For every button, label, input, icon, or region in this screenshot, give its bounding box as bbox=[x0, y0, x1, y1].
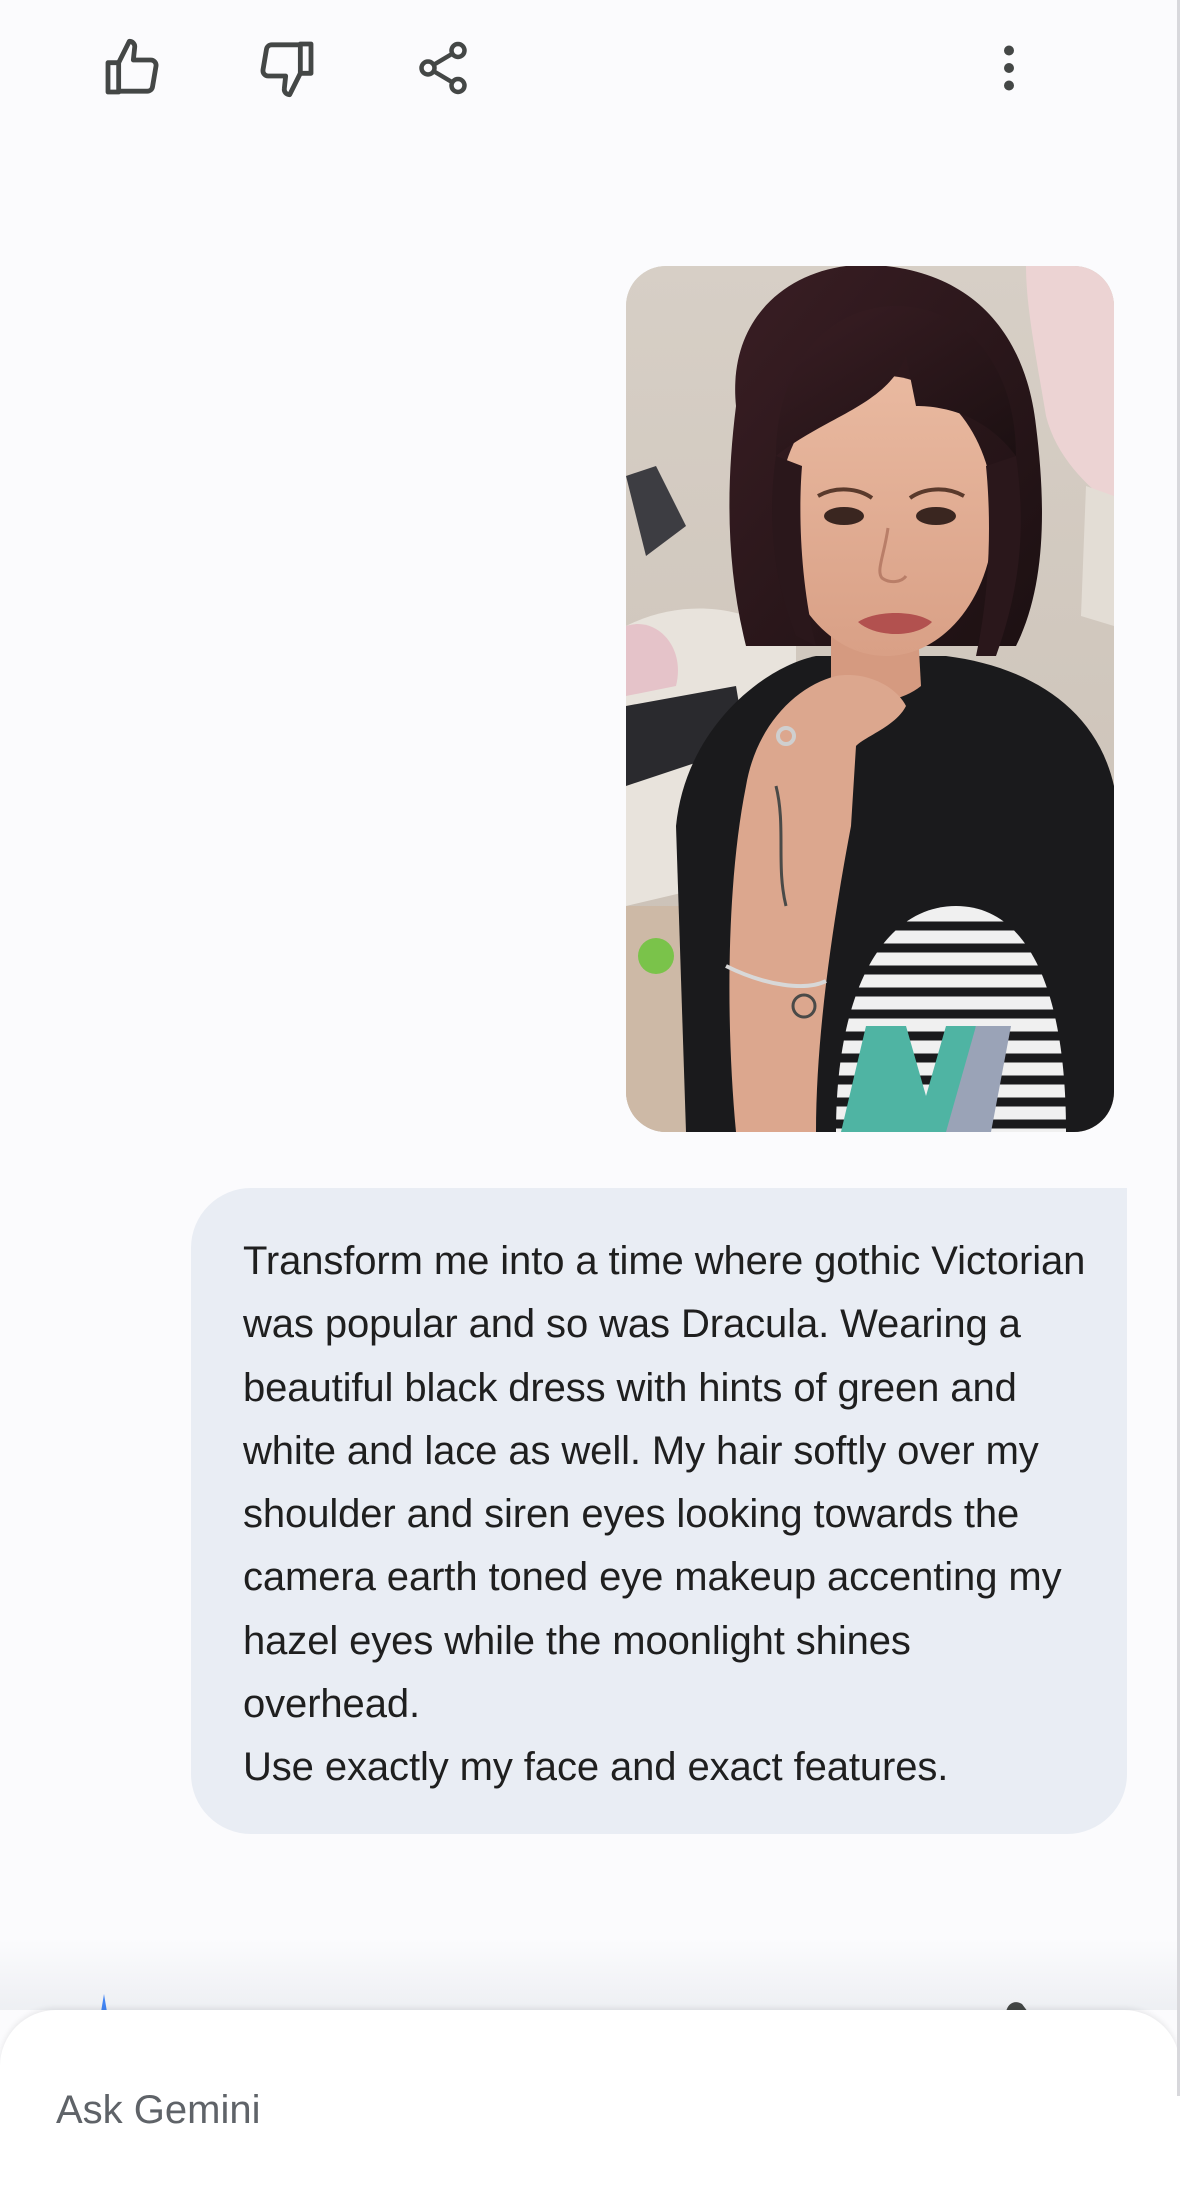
dislike-button[interactable] bbox=[241, 22, 333, 114]
prompt-input[interactable] bbox=[56, 2080, 1056, 2140]
like-button[interactable] bbox=[86, 22, 178, 114]
user-prompt-bubble: Transform me into a time where gothic Vi… bbox=[191, 1188, 1127, 1834]
share-button[interactable] bbox=[397, 22, 489, 114]
more-options-button[interactable] bbox=[963, 22, 1055, 114]
share-icon bbox=[419, 41, 467, 95]
attached-photo[interactable] bbox=[626, 266, 1114, 1132]
input-sheet bbox=[0, 2010, 1180, 2210]
prompt-text: Transform me into a time where gothic Vi… bbox=[243, 1239, 1086, 1790]
more-vert-icon bbox=[1004, 45, 1014, 91]
response-action-bar bbox=[0, 0, 1180, 140]
selfie-image bbox=[626, 266, 1114, 1132]
thumb-up-icon bbox=[105, 38, 159, 95]
thumb-down-icon bbox=[260, 41, 314, 98]
